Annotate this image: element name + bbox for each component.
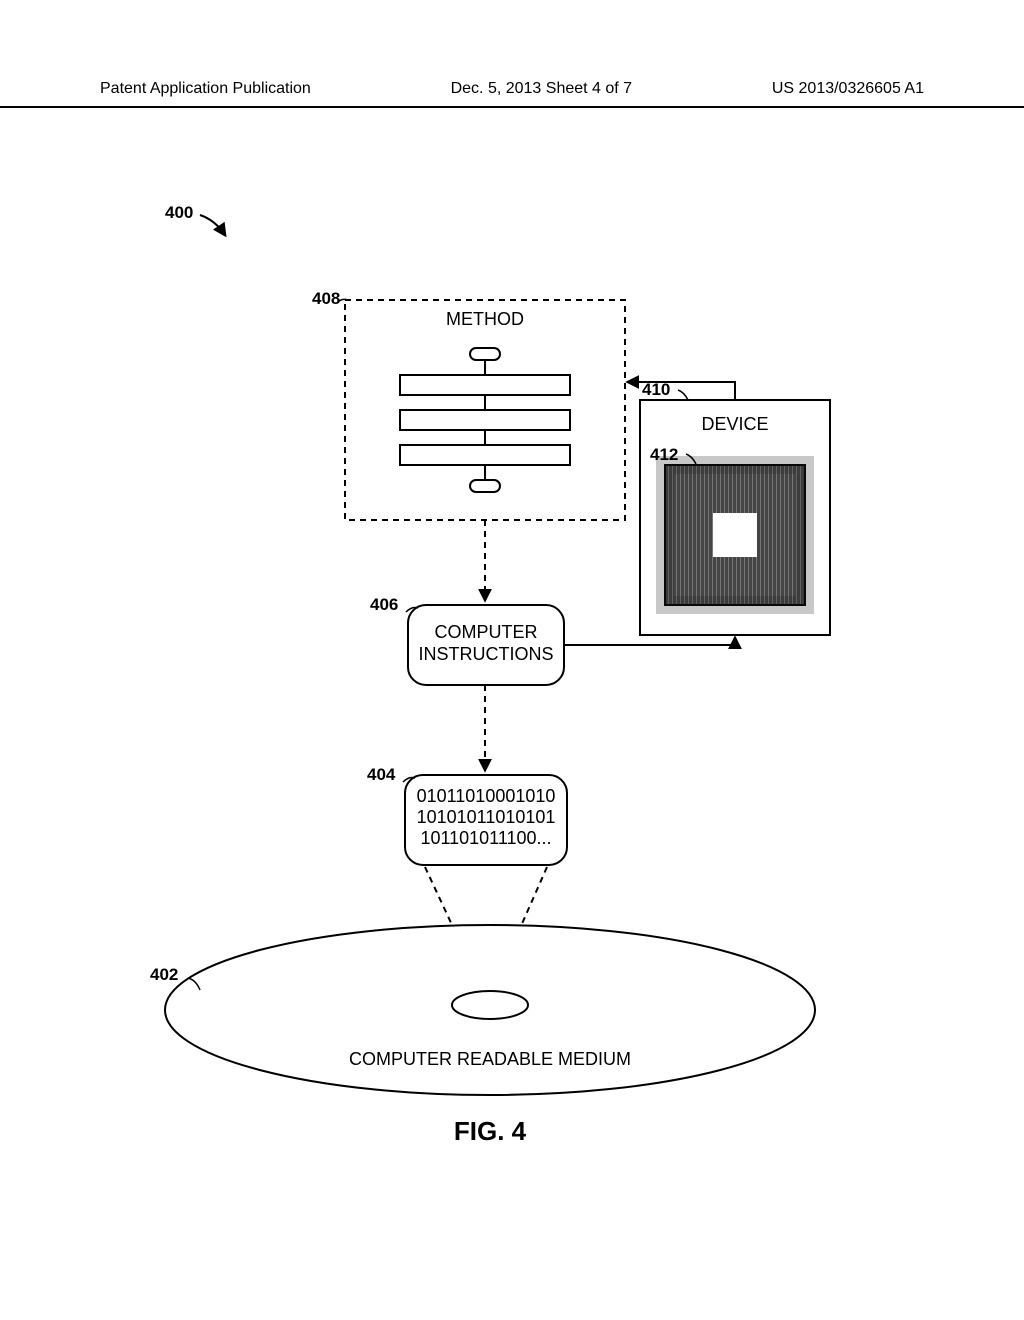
medium-label: COMPUTER READABLE MEDIUM — [349, 1049, 631, 1069]
arrow-instructions-to-device — [564, 638, 735, 645]
instructions-l2: INSTRUCTIONS — [419, 644, 554, 664]
ref-408: 408 — [312, 289, 340, 308]
binary-l3: 101101011100... — [420, 828, 551, 848]
figure-caption: FIG. 4 — [454, 1116, 527, 1146]
ref-410-tick — [678, 390, 688, 400]
binary-l1: 01011010001010 — [417, 786, 556, 806]
instructions-l1: COMPUTER — [435, 622, 538, 642]
ref-412: 412 — [650, 445, 678, 464]
medium-disc-hole — [452, 991, 528, 1019]
ref-400: 400 — [165, 203, 193, 222]
ref-406: 406 — [370, 595, 398, 614]
ref-404: 404 — [367, 765, 396, 784]
device-label: DEVICE — [701, 414, 768, 434]
patent-figure: 400 METHOD 408 DEVICE 410 412 COMPUTER I… — [0, 0, 1024, 1320]
binary-l2: 10101011010101 — [417, 807, 556, 827]
chip-412 — [665, 465, 805, 605]
method-flowchart — [400, 348, 570, 492]
ref-400-arrow — [200, 215, 225, 235]
method-label: METHOD — [446, 309, 524, 329]
ref-402: 402 — [150, 965, 178, 984]
